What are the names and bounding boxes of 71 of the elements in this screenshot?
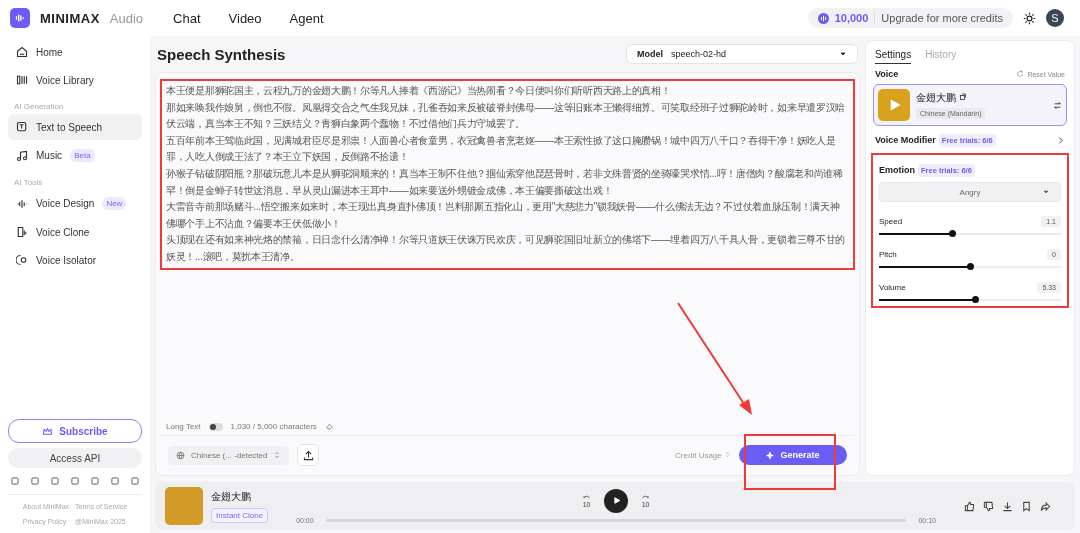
emotion-label: Emotion — [879, 165, 915, 175]
cover-art — [165, 487, 203, 525]
track-title: 金翅大鹏 — [211, 489, 252, 504]
instant-clone-tag: Instant Clone — [211, 507, 269, 523]
model-select[interactable]: Model speech-02-hd — [626, 44, 858, 64]
sidebar-item[interactable]: Voice Design New — [8, 190, 142, 217]
character-count: 1,030 / 5,000 characters — [230, 422, 317, 431]
music-icon — [16, 149, 28, 162]
bookmark-icon — [1021, 500, 1032, 512]
home-icon — [16, 46, 28, 58]
generate-button[interactable]: Generate — [739, 445, 847, 465]
thumbs-up-icon — [964, 500, 975, 512]
access-api-button[interactable]: Access API — [8, 448, 142, 468]
rewind-icon — [581, 493, 593, 501]
sidebar-item[interactable]: Voice Clone — [8, 219, 142, 245]
feature-badge: Beta — [70, 149, 95, 162]
chevron-right-icon — [1056, 135, 1065, 145]
upload-icon — [303, 449, 314, 461]
globe-icon — [176, 450, 185, 460]
reset-icon — [1016, 70, 1025, 78]
feature-badge: New — [102, 197, 127, 210]
nav-link[interactable]: Video — [228, 10, 262, 26]
slider-handle[interactable] — [948, 230, 956, 237]
sidebar-item[interactable]: Home — [8, 39, 142, 65]
play-icon — [611, 496, 621, 505]
sort-icon — [273, 451, 282, 459]
slider-label: Pitch — [879, 250, 897, 259]
brand-name: MINIMAX — [40, 10, 100, 26]
voice-label: Voice — [875, 69, 899, 79]
sidebar-item[interactable]: Music Beta — [8, 142, 142, 169]
user-avatar[interactable]: S — [1046, 9, 1064, 27]
eraser-icon — [324, 422, 334, 431]
forward-icon — [640, 493, 652, 501]
share-icon — [1040, 500, 1051, 512]
thumbs-down-icon — [983, 500, 994, 512]
sun-icon — [1023, 11, 1036, 25]
product-name: Audio — [109, 10, 144, 26]
sort-icon — [724, 450, 731, 458]
page-title: Speech Synthesis — [157, 45, 286, 63]
script-text-area[interactable]: 本王便是那狮驼国主，云程九万的金翅大鹏！尔等凡人捧着《西游记》当热闹看？今日便叫你们听听西天路上的真相！ 那如来唤我作娘舅，倒也不假。凤凰得交合之气生我兄妹，孔雀吞如来反被破脊封佛母——这等旧账本王懒得细算。可笑取经班子过狮驼岭时，如来早遣罗汉暗伏云端，真当本王不知？三妖结义？青狮白象两个蠢物！不过借他们兵力守城罢了。 五百年前本王驾临此国，见满城君臣尽是邪祟！人面兽心者食童男，衣冠禽兽者烹老妪——本王索性掀了这口腌臜锅！城中四万八千口？吞得干净！妖吃人是罪，人吃人倒成王法了？本王立下妖国，反倒路不拾遗！ 孙猴子钻破阴阳瓶？那破玩意儿本是从狮驼洞顺来的！真当本王制不住他？掴仙索穿他琵琶骨时，若非文殊普贤的坐骑嚎哭求情...哼！唐僧肉？酸腐老和尚谁稀罕！倒是金蝉子转世这消息，早从灵山漏进本王耳中——如来要送外甥镀金成佛，本王偏要撕破这出戏！ 大雷音寺前那场赌斗...悟空搬来如来时，本王现出真身直扑佛顶！岂料那厮五指化山，更用"大慈悲力"锁我妖骨——什么佛法无边？不过仗着血脉压制！满天神佛哪个手上不沾血？偏要本王伏低做小！ 头顶现在还有如来神光烙的禁箍，日日念什么清净禅！尔等只道妖王伏诛万民欢庆，可见狮驼国旧址新立的佛塔下——埋着四万八千具人骨，更锁着三尊不甘的妖灵！...滚吧，莫扰本王清净。 — [160, 79, 855, 270]
upload-button[interactable] — [297, 444, 320, 466]
credits-icon — [817, 12, 829, 24]
voice-name: 金翅大鹏 — [916, 92, 956, 103]
play-thumbnail[interactable] — [878, 89, 910, 121]
crown-icon — [42, 425, 54, 437]
slider-handle[interactable] — [972, 296, 980, 303]
subscribe-button[interactable]: Subscribe — [8, 419, 142, 443]
copy-icon — [958, 93, 967, 101]
section-heading: AI Tools — [13, 177, 44, 189]
panel-tab[interactable]: Settings — [875, 49, 912, 64]
long-text-toggle[interactable] — [208, 422, 223, 431]
caret-icon — [839, 50, 847, 58]
language-select[interactable]: Chinese (... -detected — [168, 445, 290, 465]
emotion-select[interactable]: Angry — [879, 182, 1061, 202]
nav-link[interactable]: Agent — [289, 10, 324, 26]
download-icon — [1002, 500, 1013, 512]
long-text-label: Long Text — [166, 422, 201, 431]
credits-pill[interactable]: 10,000 Upgrade for more credits — [807, 8, 1013, 28]
voice-modifier-label: Voice Modifier — [875, 135, 936, 145]
sparkle-icon — [766, 450, 776, 460]
slider-label: Speed — [879, 217, 903, 226]
sidebar-item[interactable]: Text to Speech — [8, 114, 142, 140]
slider-handle[interactable] — [967, 263, 974, 270]
sidebar-item[interactable]: Voice Isolator — [8, 247, 142, 273]
caret-icon — [1042, 188, 1050, 196]
sidebar-item[interactable]: Voice Library — [8, 67, 142, 93]
slider-label: Volume — [879, 283, 906, 292]
swap-icon — [1053, 100, 1062, 110]
play-button[interactable] — [604, 488, 629, 513]
section-heading: AI Generation — [13, 101, 65, 113]
nav-link[interactable]: Chat — [173, 10, 201, 26]
